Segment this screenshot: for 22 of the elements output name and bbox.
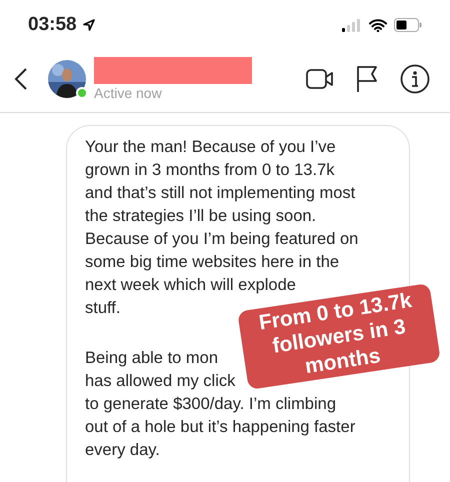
message-line: Because of you I’m being featured on bbox=[85, 229, 358, 250]
info-button[interactable] bbox=[400, 64, 430, 94]
message-line: Your the man! Because of you I’ve bbox=[85, 137, 336, 158]
message-line: and that’s still not implementing most bbox=[85, 183, 356, 204]
wifi-icon bbox=[369, 18, 387, 32]
message-line: the strategies I’ll be using soon. bbox=[85, 206, 316, 227]
video-call-button[interactable] bbox=[306, 66, 336, 92]
message-line: next week which will explode bbox=[85, 275, 296, 296]
active-status: Active now bbox=[94, 84, 163, 102]
message-line: has allowed my click bbox=[85, 371, 236, 392]
location-arrow-icon bbox=[82, 19, 95, 31]
message-line: stuff. bbox=[85, 298, 120, 319]
signal-icon bbox=[342, 18, 362, 32]
message-line: to generate $300/day. I’m climbing bbox=[85, 394, 336, 415]
message-line: out of a hole but it’s happening faster bbox=[85, 417, 356, 438]
status-time: 03:58 bbox=[28, 12, 77, 37]
flag-button[interactable] bbox=[356, 64, 380, 94]
message-line: Being able to mon bbox=[85, 348, 218, 369]
battery-icon bbox=[394, 18, 422, 32]
message-line: grown in 3 months from 0 to 13.7k bbox=[85, 160, 334, 181]
message-line: every day. bbox=[85, 440, 160, 461]
message-line: some big time websites here in the bbox=[85, 252, 340, 273]
